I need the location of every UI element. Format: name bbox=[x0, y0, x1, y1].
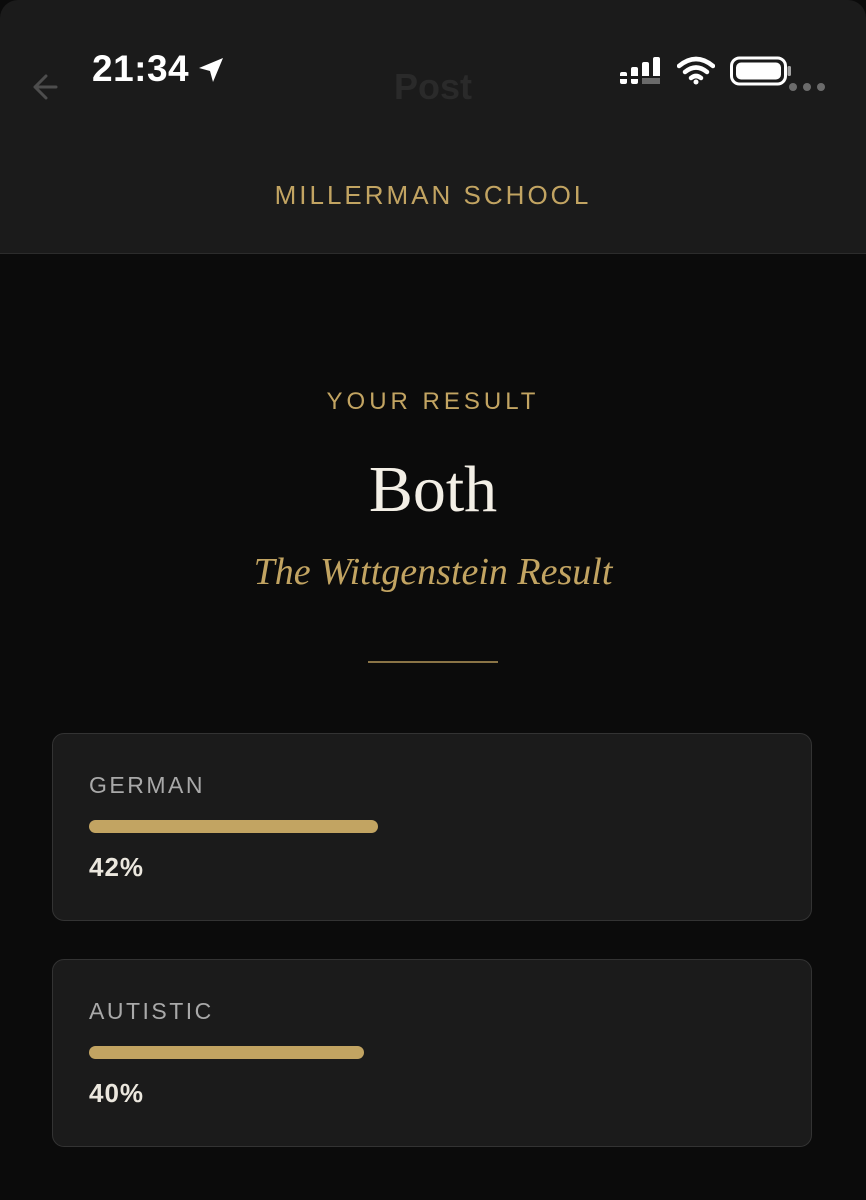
brand-title: MILLERMAN SCHOOL bbox=[274, 180, 592, 210]
score-value: 40% bbox=[89, 1078, 145, 1108]
score-value: 42% bbox=[89, 852, 145, 882]
score-bar bbox=[89, 820, 777, 833]
result-title: Both bbox=[368, 453, 498, 526]
score-bar-fill bbox=[89, 1046, 365, 1059]
score-bar bbox=[89, 1046, 777, 1059]
score-card-autistic: AUTISTIC 40% bbox=[52, 959, 812, 1147]
cellular-signal-icon bbox=[620, 57, 660, 84]
score-card-german: GERMAN 42% bbox=[52, 733, 812, 921]
score-label: GERMAN bbox=[89, 772, 205, 798]
battery-icon bbox=[730, 56, 791, 86]
wifi-icon bbox=[677, 56, 715, 85]
result-label: YOUR RESULT bbox=[326, 388, 540, 415]
more-dots-icon[interactable] bbox=[786, 80, 828, 94]
result-subtitle: The Wittgenstein Result bbox=[253, 551, 613, 593]
score-bar-fill bbox=[89, 820, 378, 833]
score-label: AUTISTIC bbox=[89, 998, 214, 1024]
divider bbox=[368, 661, 498, 663]
app-header: 21:34 Post MILLERMAN SCHOOL bbox=[0, 0, 866, 254]
